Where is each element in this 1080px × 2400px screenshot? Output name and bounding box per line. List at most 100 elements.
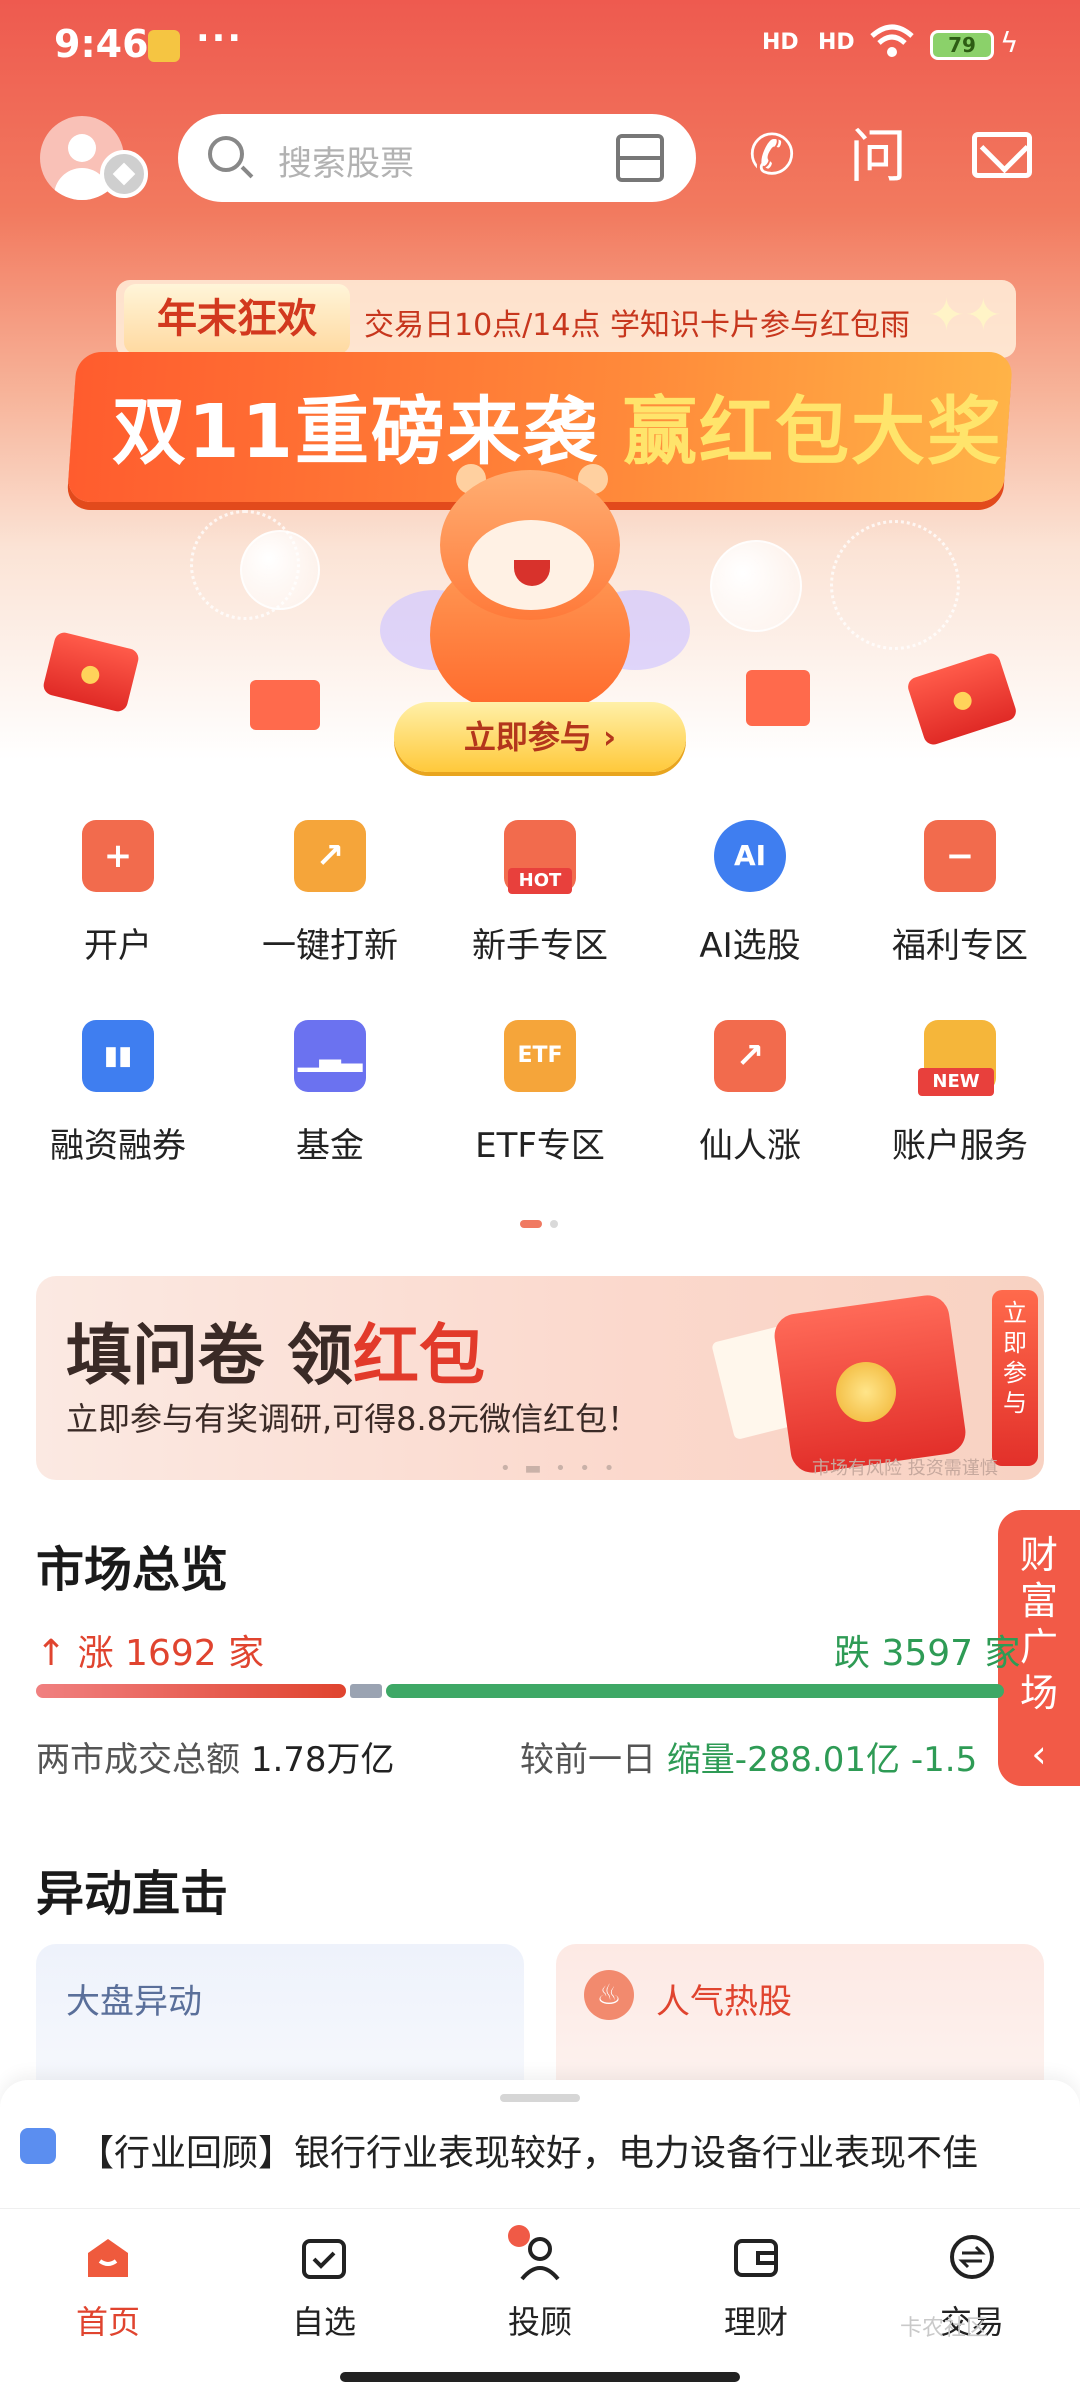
tab-watchlist[interactable]: 自选	[254, 2231, 394, 2343]
grid-item-label: 福利专区	[892, 926, 1028, 966]
search-placeholder: 搜索股票	[278, 144, 414, 184]
bubble-decoration	[240, 530, 320, 610]
decliners-bar	[386, 1684, 1004, 1698]
tab-wealth[interactable]: 理财	[686, 2231, 826, 2343]
turnover-stat: 两市成交总额 1.78万亿	[36, 1732, 395, 1781]
compare-pct: -1.5	[910, 1740, 978, 1780]
fund-icon: ▁▃▂	[294, 1020, 366, 1092]
search-icon	[208, 136, 244, 172]
card-caption: 大盘异动	[66, 1982, 202, 2022]
float-label-text: 财富广场	[1019, 1533, 1058, 1715]
market-overview-title: 市场总览	[36, 1542, 229, 1598]
chevron-left-icon: ‹	[1031, 1732, 1047, 1776]
risk-disclaimer: 市场有风险 投资需谨慎	[812, 1458, 998, 1479]
grid-item-account-service[interactable]: NEW 账户服务	[860, 1020, 1060, 1167]
wifi-icon	[870, 24, 914, 57]
mail-icon[interactable]	[972, 132, 1032, 178]
compare-stat: 较前一日 缩量-288.01亿 -1.5	[520, 1732, 977, 1781]
newbie-icon: HOT	[504, 820, 576, 894]
sheet-handle[interactable]	[500, 2094, 580, 2102]
grid-item-etf[interactable]: ETF ETF专区	[440, 1020, 640, 1167]
tab-advisor[interactable]: 投顾	[470, 2225, 610, 2343]
arrow-up-icon: ↑	[36, 1633, 78, 1674]
decliners-count: 跌 3597 家	[834, 1633, 1021, 1674]
news-icon	[20, 2128, 56, 2164]
search-input[interactable]: 搜索股票	[178, 114, 696, 202]
grid-item-trend[interactable]: ↗ 仙人涨	[650, 1020, 850, 1167]
status-more: ···	[196, 18, 244, 59]
ask-button[interactable]: 问	[846, 124, 910, 188]
avatar-head	[68, 134, 96, 162]
coin-decoration	[836, 1362, 896, 1422]
status-bar: 9:46 ··· HD HD 79 ϟ	[0, 0, 1080, 90]
signal-icon: HD	[818, 30, 855, 55]
grid-item-label: 融资融券	[50, 1126, 186, 1166]
new-badge: NEW	[918, 1068, 994, 1096]
grid-item-fund[interactable]: ▁▃▂ 基金	[230, 1020, 430, 1167]
card-caption: 人气热股	[656, 1982, 792, 2022]
compare-label: 较前一日	[520, 1740, 656, 1780]
flame-icon: ♨	[584, 1970, 634, 2020]
grid-item-open-account[interactable]: + 开户	[18, 820, 218, 967]
charging-icon: ϟ	[1000, 26, 1019, 59]
watchlist-icon	[302, 2239, 346, 2279]
grid-item-label: 一键打新	[262, 926, 398, 966]
banner-subtitle: 交易日10点/14点 学知识卡片参与红包雨	[364, 308, 910, 343]
grid-item-label: 新手专区	[472, 926, 608, 966]
tab-label: 首页	[75, 2303, 140, 2341]
signal-icon: HD	[762, 30, 799, 55]
gift-icon: −	[924, 820, 996, 892]
home-indicator[interactable]	[340, 2372, 740, 2382]
grid-item-label: AI选股	[699, 926, 801, 966]
alerts-title: 异动直击	[36, 1866, 229, 1922]
pager-dot-active	[520, 1220, 542, 1228]
advancers-bar	[36, 1684, 346, 1698]
grid-item-welfare[interactable]: − 福利专区	[860, 820, 1060, 967]
grid-item-label: 仙人涨	[699, 1126, 801, 1166]
compare-value: 缩量-288.01亿	[666, 1740, 901, 1780]
survey-subtitle: 立即参与有奖调研,可得8.8元微信红包！	[66, 1400, 640, 1438]
survey-title-b: 红包	[352, 1317, 485, 1394]
watermark: 卡农社区	[900, 2316, 989, 2341]
pager-dot	[550, 1220, 558, 1228]
gift-decoration	[250, 680, 320, 730]
banner-headline: 双11重磅来袭 赢红包大奖	[112, 372, 1003, 479]
grid-item-ipo[interactable]: ↗ 一键打新	[230, 820, 430, 967]
phone-icon[interactable]: ✆	[740, 124, 804, 188]
hot-badge: HOT	[508, 868, 572, 894]
etf-icon: ETF	[504, 1020, 576, 1092]
grid-item-label: 基金	[296, 1126, 364, 1166]
news-ticker-sheet[interactable]: 【行业回顾】银行行业表现较好，电力设备行业表现不佳	[0, 2080, 1080, 2208]
grid-item-label: ETF专区	[475, 1126, 605, 1166]
status-time: 9:46	[54, 22, 149, 66]
headline-part-a: 双11重磅来袭	[112, 389, 599, 475]
gift-decoration	[746, 670, 810, 726]
scan-icon[interactable]	[616, 134, 664, 182]
advancers-count: ↑ 涨 1692 家	[36, 1624, 264, 1676]
margin-icon: ▮▮	[82, 1020, 154, 1092]
survey-title: 填问卷 领红包	[66, 1302, 485, 1398]
tab-home[interactable]: 首页	[38, 2231, 178, 2343]
banner-tag: 年末狂欢	[124, 284, 350, 354]
join-now-button[interactable]: 立即参与 ›	[394, 702, 686, 772]
trade-icon	[950, 2235, 994, 2279]
grid-item-label: 账户服务	[892, 1126, 1028, 1166]
survey-banner[interactable]: 填问卷 领红包 立即参与有奖调研,可得8.8元微信红包！ 立即参与 • ▬ • …	[36, 1276, 1044, 1480]
grid-item-margin[interactable]: ▮▮ 融资融券	[18, 1020, 218, 1167]
notification-dot	[508, 2225, 530, 2247]
ai-icon: AI	[714, 820, 786, 892]
survey-title-a: 填问卷 领	[66, 1317, 353, 1394]
notification-icon	[148, 30, 180, 62]
open-account-icon: +	[82, 820, 154, 892]
ipo-icon: ↗	[294, 820, 366, 892]
grid-item-label: 开户	[84, 926, 152, 966]
grid-item-ai[interactable]: AI AI选股	[650, 820, 850, 967]
survey-join-tag[interactable]: 立即参与	[992, 1290, 1038, 1466]
grid-item-newbie[interactable]: HOT 新手专区	[440, 820, 640, 967]
firework-decoration	[830, 520, 960, 650]
turnover-label: 两市成交总额	[36, 1740, 240, 1780]
bubble-decoration	[710, 540, 802, 632]
advancers-label: 涨 1692 家	[77, 1633, 265, 1674]
wallet-icon	[734, 2239, 778, 2277]
account-service-icon: NEW	[918, 1020, 996, 1096]
